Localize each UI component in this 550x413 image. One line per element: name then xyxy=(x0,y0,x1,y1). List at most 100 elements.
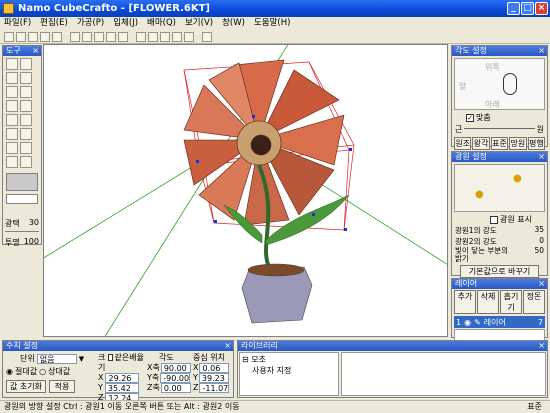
reset-values-button[interactable]: 값 초기화 xyxy=(6,380,46,393)
angle-y-field[interactable]: -90.00 xyxy=(160,373,191,383)
lens-parallel-button[interactable]: 평행 xyxy=(527,137,546,150)
absolute-radio[interactable]: ◉ xyxy=(6,367,13,376)
show-light-checkbox[interactable] xyxy=(490,215,498,224)
unit-select[interactable]: 없음 xyxy=(36,353,77,364)
library-root[interactable]: 모조 xyxy=(251,355,266,364)
sphere-icon[interactable] xyxy=(20,128,32,140)
same-ratio-checkbox[interactable] xyxy=(107,354,113,361)
camera-icon[interactable] xyxy=(503,73,517,95)
close-icon[interactable]: × xyxy=(224,341,231,351)
center-x-field[interactable]: 0.06 xyxy=(199,363,230,373)
color-swatch[interactable] xyxy=(6,173,38,191)
lens-wide-button[interactable]: 원조 xyxy=(454,137,472,150)
texture-swatch[interactable] xyxy=(6,194,38,204)
close-icon[interactable]: × xyxy=(538,279,545,289)
library-child[interactable]: 사용자 지정 xyxy=(242,365,336,376)
magnet-icon[interactable] xyxy=(20,58,32,70)
scale-icon[interactable] xyxy=(6,86,18,98)
grid-icon[interactable] xyxy=(6,114,18,126)
new-icon[interactable] xyxy=(4,31,14,42)
view-front-icon[interactable] xyxy=(136,31,146,42)
close-button[interactable]: × xyxy=(535,2,548,15)
menu-window[interactable]: 창(W) xyxy=(222,17,245,30)
box-icon[interactable] xyxy=(6,128,18,140)
scissors-icon[interactable] xyxy=(20,100,32,112)
cut-icon[interactable] xyxy=(94,31,104,42)
layer-row[interactable]: 1 ◉ ✎ 레이어 7 xyxy=(454,316,545,328)
menu-solid[interactable]: 입체(J) xyxy=(113,17,138,30)
light2-icon[interactable]: ● xyxy=(513,173,522,184)
view-top-icon[interactable] xyxy=(148,31,158,42)
close-icon[interactable]: × xyxy=(538,46,545,56)
help-icon[interactable] xyxy=(202,31,212,42)
lens-tele-button[interactable]: 망원 xyxy=(509,137,527,150)
gloss-value[interactable]: 30 xyxy=(29,218,39,229)
lens-angle-button[interactable]: 왕각 xyxy=(472,137,490,150)
opacity-value[interactable]: 100 xyxy=(24,237,39,248)
arrange-layer-button[interactable]: 정돈 xyxy=(523,290,545,314)
select-icon[interactable] xyxy=(6,58,18,70)
menu-process[interactable]: 가공(P) xyxy=(77,17,104,30)
fit-checkbox[interactable]: ✓ xyxy=(466,113,474,122)
cut-tool-icon[interactable] xyxy=(6,100,18,112)
close-icon[interactable]: × xyxy=(538,341,545,351)
view-side-icon[interactable] xyxy=(160,31,170,42)
center-y-field[interactable]: 39.23 xyxy=(198,373,229,383)
merge-layer-button[interactable]: 흡기기 xyxy=(500,290,522,314)
delete-layer-button[interactable]: 삭제 xyxy=(477,290,499,314)
menu-view[interactable]: 보기(V) xyxy=(185,17,213,30)
close-icon[interactable]: × xyxy=(32,46,39,56)
copy-icon[interactable] xyxy=(106,31,116,42)
render-icon[interactable] xyxy=(184,31,194,42)
apply-button[interactable]: 적용 xyxy=(49,380,75,393)
lens-standard-button[interactable]: 표준 xyxy=(490,137,509,150)
paste-icon[interactable] xyxy=(118,31,128,42)
maximize-button[interactable]: □ xyxy=(521,2,534,15)
minimize-button[interactable]: _ xyxy=(507,2,520,15)
lasso-icon[interactable] xyxy=(20,86,32,98)
3d-viewport[interactable] xyxy=(43,44,448,337)
angle-view[interactable]: 위쪽 앞 아래 xyxy=(454,58,545,110)
library-tree[interactable]: ⊟ 모조 사용자 지정 xyxy=(239,352,339,396)
rotate-icon[interactable] xyxy=(20,72,32,84)
angle-z-field[interactable]: 0.00 xyxy=(160,383,191,393)
save-icon[interactable] xyxy=(28,31,38,42)
reset-light-button[interactable]: 기본값으로 바꾸기 xyxy=(460,265,539,278)
open-icon[interactable] xyxy=(16,31,26,42)
view-persp-icon[interactable] xyxy=(172,31,182,42)
hand-icon[interactable] xyxy=(6,142,18,154)
relative-radio[interactable]: ○ xyxy=(39,367,46,376)
size-y-field[interactable]: 35.42 xyxy=(104,383,139,393)
eyedrop-icon[interactable] xyxy=(20,156,32,168)
zoom-icon[interactable] xyxy=(20,142,32,154)
angle-x-field[interactable]: 90.00 xyxy=(160,363,191,373)
close-icon[interactable]: × xyxy=(538,152,545,162)
expand-icon[interactable]: ⊟ xyxy=(242,355,249,364)
size-x-field[interactable]: 29.26 xyxy=(105,373,140,383)
size-panel-header: 수치 설정 × xyxy=(3,341,233,351)
light-direction-view[interactable]: ● ● xyxy=(454,164,545,212)
center-z-field[interactable]: -11.07 xyxy=(199,383,230,393)
wand-icon[interactable] xyxy=(6,72,18,84)
export-icon[interactable] xyxy=(40,31,50,42)
menu-edit[interactable]: 편집(E) xyxy=(40,17,68,30)
chevron-down-icon[interactable]: ▼ xyxy=(79,355,84,363)
library-content[interactable] xyxy=(341,352,546,396)
pencil-icon[interactable]: ✎ xyxy=(474,318,481,327)
fov-slider[interactable] xyxy=(464,127,535,132)
add-layer-button[interactable]: 추가 xyxy=(454,290,476,314)
menu-help[interactable]: 도움말(H) xyxy=(254,17,290,30)
light1-value[interactable]: 35 xyxy=(534,225,544,236)
move-icon[interactable] xyxy=(20,114,32,126)
gloss-slider[interactable] xyxy=(5,231,39,235)
menu-layout[interactable]: 배마(Q) xyxy=(147,17,176,30)
menu-file[interactable]: 파일(F) xyxy=(4,17,31,30)
light1-icon[interactable]: ● xyxy=(475,189,484,200)
redo-icon[interactable] xyxy=(82,31,92,42)
undo-icon[interactable] xyxy=(70,31,80,42)
print-icon[interactable] xyxy=(52,31,62,42)
pen-icon[interactable] xyxy=(6,156,18,168)
scene-canvas[interactable] xyxy=(44,45,448,337)
ambient-value[interactable]: 50 xyxy=(534,247,544,263)
eye-icon[interactable]: ◉ xyxy=(464,318,471,327)
